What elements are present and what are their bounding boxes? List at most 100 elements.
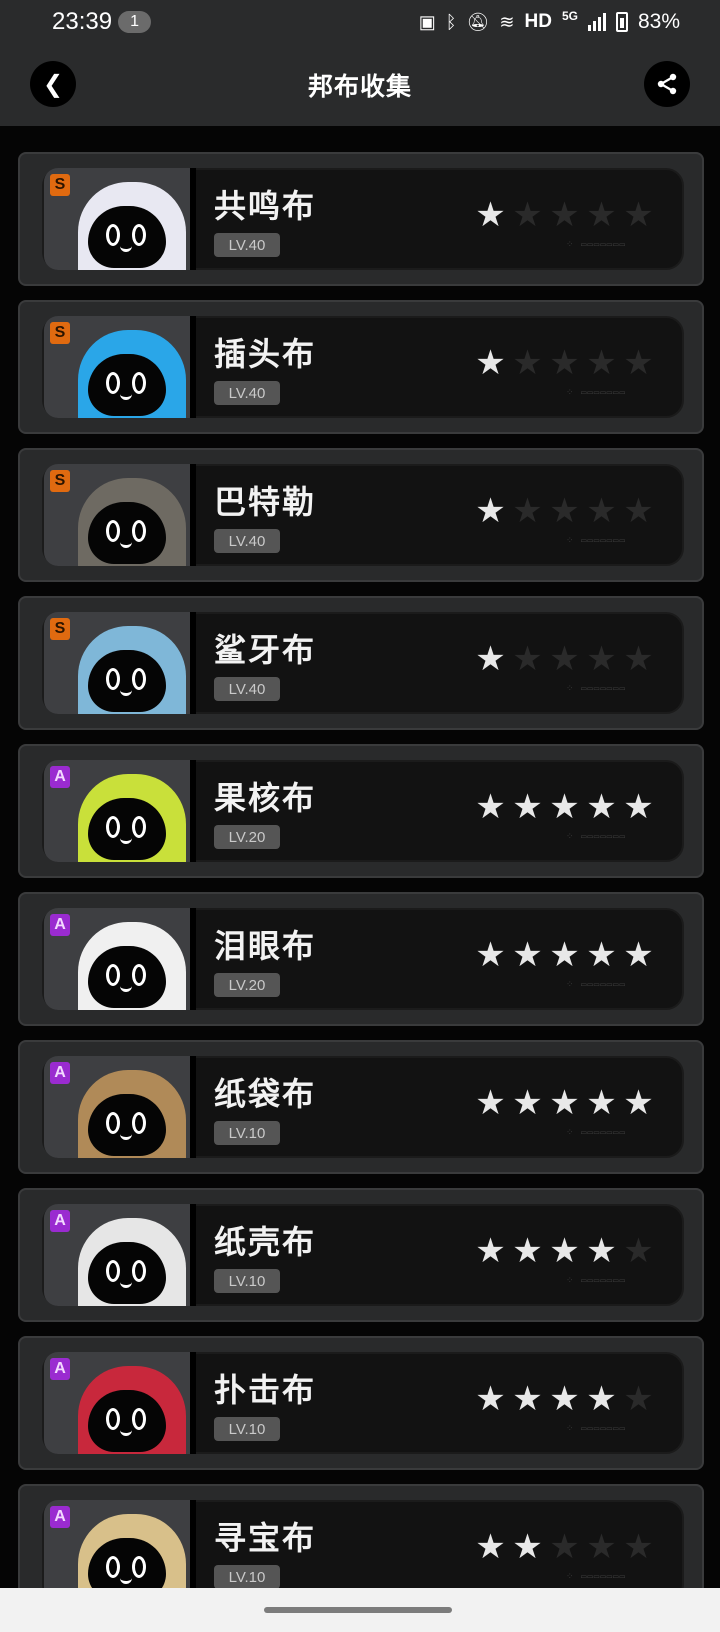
app-bar: ❮ 邦布收集 [0, 44, 720, 126]
eye-icon [132, 816, 146, 838]
bangboo-portrait: A [44, 1500, 196, 1588]
battery-percent: 83% [637, 10, 680, 33]
mouth-icon [120, 1578, 132, 1584]
network-gen-label: 5G [561, 9, 578, 23]
bangboo-name: 插头布 [214, 335, 317, 373]
bangboo-card-inner: S 鲨牙布 LV.40 ★ ★ ★ ★ ★ ⁘ ▭▭▭▭▭▭▭ [42, 612, 684, 714]
star-icon: ★ [586, 1083, 617, 1123]
bangboo-card-inner: S 共鸣布 LV.40 ★ ★ ★ ★ ★ ⁘ ▭▭▭▭▭▭▭ [42, 168, 684, 270]
bangboo-info: 寻宝布 LV.10 [214, 1513, 316, 1588]
star-icon: ★ [549, 935, 580, 975]
bangboo-info: 纸袋布 LV.10 [214, 1069, 316, 1145]
star-icon: ★ [586, 1231, 617, 1271]
star-icon: ★ [475, 1379, 506, 1419]
bangboo-name: 寻宝布 [214, 1519, 317, 1557]
bangboo-info: 插头布 LV.40 [214, 329, 316, 405]
back-button[interactable]: ❮ [30, 61, 76, 107]
bangboo-info: 鲨牙布 LV.40 [214, 625, 316, 701]
star-icon: ★ [586, 935, 617, 975]
bangboo-card[interactable]: A 扑击布 LV.10 ★ ★ ★ ★ ★ ⁘ ▭▭▭▭▭▭▭ [18, 1336, 704, 1470]
level-badge: LV.20 [214, 973, 280, 997]
star-icon: ★ [512, 1083, 543, 1123]
mouth-icon [120, 1134, 132, 1140]
star-icon: ★ [512, 1527, 543, 1567]
bangboo-card-inner: A 寻宝布 LV.10 ★ ★ ★ ★ ★ ⁘ ▭▭▭▭▭▭▭ [42, 1500, 684, 1588]
star-rating: ★ ★ ★ ★ ★ [474, 1086, 655, 1120]
decorative-pattern: ⁘ ▭▭▭▭▭▭▭ [566, 684, 626, 694]
bangboo-face [88, 1242, 166, 1304]
bangboo-info: 纸壳布 LV.10 [214, 1217, 316, 1293]
bangboo-card[interactable]: S 巴特勒 LV.40 ★ ★ ★ ★ ★ ⁘ ▭▭▭▭▭▭▭ [18, 448, 704, 582]
bangboo-face [88, 1390, 166, 1452]
star-icon: ★ [586, 1379, 617, 1419]
star-rating: ★ ★ ★ ★ ★ [474, 494, 655, 528]
eye-icon [106, 372, 120, 394]
bangboo-card[interactable]: A 果核布 LV.20 ★ ★ ★ ★ ★ ⁘ ▭▭▭▭▭▭▭ [18, 744, 704, 878]
star-icon: ★ [475, 343, 506, 383]
bangboo-portrait: A [44, 760, 196, 862]
star-rating: ★ ★ ★ ★ ★ [474, 1382, 655, 1416]
home-gesture-handle[interactable] [264, 1607, 452, 1613]
mouth-icon [120, 838, 132, 844]
muted-bell-icon: 🔕︎ [466, 11, 490, 32]
decorative-pattern: ⁘ ▭▭▭▭▭▭▭ [566, 536, 626, 546]
bangboo-portrait: S [44, 316, 196, 418]
bangboo-name: 共鸣布 [214, 187, 317, 225]
level-badge: LV.40 [214, 529, 280, 553]
star-icon: ★ [549, 195, 580, 235]
bangboo-face [88, 502, 166, 564]
mouth-icon [120, 246, 132, 252]
star-icon: ★ [512, 787, 543, 827]
bangboo-card[interactable]: S 插头布 LV.40 ★ ★ ★ ★ ★ ⁘ ▭▭▭▭▭▭▭ [18, 300, 704, 434]
level-badge: LV.40 [214, 677, 280, 701]
rank-badge: A [50, 914, 70, 936]
star-icon: ★ [623, 195, 654, 235]
rank-badge: S [50, 174, 70, 196]
star-rating: ★ ★ ★ ★ ★ [474, 790, 655, 824]
mouth-icon [120, 394, 132, 400]
mouth-icon [120, 542, 132, 548]
eye-icon [106, 1408, 120, 1430]
share-button[interactable] [644, 61, 690, 107]
notification-count-badge: 1 [118, 11, 151, 33]
status-time: 23:39 [52, 8, 113, 35]
star-icon: ★ [586, 491, 617, 531]
bangboo-card[interactable]: A 寻宝布 LV.10 ★ ★ ★ ★ ★ ⁘ ▭▭▭▭▭▭▭ [18, 1484, 704, 1588]
star-icon: ★ [475, 1231, 506, 1271]
star-icon: ★ [623, 787, 654, 827]
star-icon: ★ [512, 935, 543, 975]
star-icon: ★ [623, 1083, 654, 1123]
eye-icon [106, 1556, 120, 1578]
star-icon: ★ [623, 1527, 654, 1567]
eye-icon [106, 1112, 120, 1134]
bangboo-card[interactable]: A 纸壳布 LV.10 ★ ★ ★ ★ ★ ⁘ ▭▭▭▭▭▭▭ [18, 1188, 704, 1322]
bangboo-card[interactable]: S 共鸣布 LV.40 ★ ★ ★ ★ ★ ⁘ ▭▭▭▭▭▭▭ [18, 152, 704, 286]
rank-badge: S [50, 470, 70, 492]
bangboo-card[interactable]: A 纸袋布 LV.10 ★ ★ ★ ★ ★ ⁘ ▭▭▭▭▭▭▭ [18, 1040, 704, 1174]
star-icon: ★ [549, 343, 580, 383]
star-icon: ★ [549, 639, 580, 679]
bangboo-face [88, 206, 166, 268]
bangboo-info: 巴特勒 LV.40 [214, 477, 316, 553]
battery-icon [615, 12, 628, 32]
bangboo-info: 扑击布 LV.10 [214, 1365, 316, 1441]
bangboo-card-inner: A 纸袋布 LV.10 ★ ★ ★ ★ ★ ⁘ ▭▭▭▭▭▭▭ [42, 1056, 684, 1158]
mouth-icon [120, 1430, 132, 1436]
star-icon: ★ [623, 639, 654, 679]
level-badge: LV.10 [214, 1269, 280, 1293]
bangboo-portrait: A [44, 1204, 196, 1306]
level-badge: LV.40 [214, 233, 280, 257]
bangboo-name: 巴特勒 [214, 483, 317, 521]
eye-icon [106, 224, 120, 246]
bangboo-card[interactable]: A 泪眼布 LV.20 ★ ★ ★ ★ ★ ⁘ ▭▭▭▭▭▭▭ [18, 892, 704, 1026]
rank-badge: S [50, 322, 70, 344]
auto-brightness-icon: ▣ [418, 11, 436, 32]
bangboo-portrait: A [44, 908, 196, 1010]
star-icon: ★ [512, 343, 543, 383]
decorative-pattern: ⁘ ▭▭▭▭▭▭▭ [566, 1276, 626, 1286]
star-rating: ★ ★ ★ ★ ★ [474, 642, 655, 676]
star-icon: ★ [623, 1379, 654, 1419]
eye-icon [106, 1260, 120, 1282]
bangboo-list[interactable]: S 共鸣布 LV.40 ★ ★ ★ ★ ★ ⁘ ▭▭▭▭▭▭▭ S 插头布 LV… [0, 126, 720, 1588]
bangboo-card[interactable]: S 鲨牙布 LV.40 ★ ★ ★ ★ ★ ⁘ ▭▭▭▭▭▭▭ [18, 596, 704, 730]
